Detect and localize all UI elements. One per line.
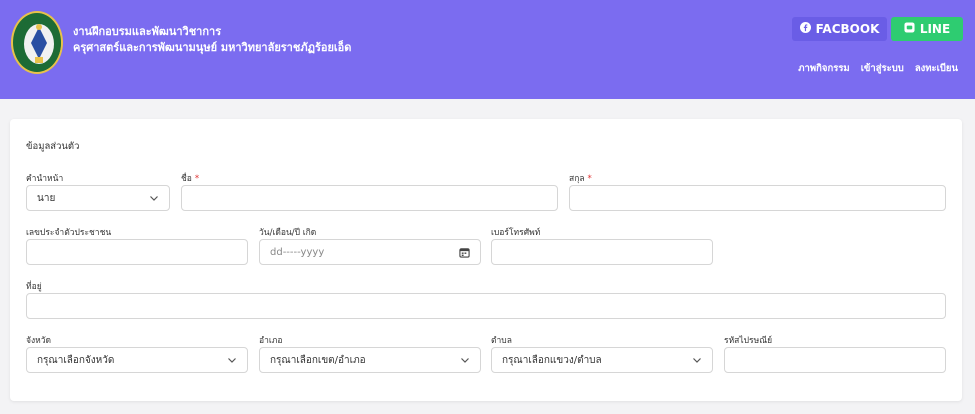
organization-title-line1: งานฝึกอบรมและพัฒนาวิชาการ [73, 25, 222, 38]
birthdate-input[interactable]: dd-----yyyy [259, 239, 481, 265]
birthdate-label: วัน/เดือน/ปี เกิด [259, 228, 317, 238]
university-logo [11, 11, 63, 74]
postcode-label: รหัสไปรษณีย์ [724, 336, 773, 346]
nav-login[interactable]: เข้าสู่ระบบ [861, 61, 904, 76]
chevron-down-icon [228, 358, 236, 363]
organization-title-line2: ครุศาสตร์และการพัฒนามนุษย์ มหาวิทยาลัยรา… [73, 41, 352, 54]
chevron-down-icon [461, 358, 469, 363]
section-title: ข้อมูลส่วนตัว [26, 141, 80, 152]
birthdate-placeholder: dd-----yyyy [270, 246, 325, 258]
required-mark: * [194, 174, 200, 184]
province-value: กรุณาเลือกจังหวัด [37, 354, 115, 366]
district-label: อำเภอ [259, 336, 283, 346]
address-label: ที่อยู่ [26, 282, 42, 292]
facebook-button[interactable]: FACBOOK [792, 17, 887, 41]
chevron-down-icon [693, 358, 701, 363]
subdistrict-select[interactable]: กรุณาเลือกแขวง/ตำบล [491, 347, 713, 373]
line-icon [904, 22, 915, 36]
calendar-icon[interactable] [459, 247, 470, 258]
facebook-label: FACBOOK [815, 22, 880, 36]
postcode-input[interactable] [724, 347, 946, 373]
line-button[interactable]: LINE [891, 17, 963, 41]
address-input[interactable] [26, 293, 946, 319]
subdistrict-value: กรุณาเลือกแขวง/ตำบล [502, 354, 602, 366]
province-label: จังหวัด [26, 336, 52, 346]
firstname-input[interactable] [181, 185, 558, 211]
district-select[interactable]: กรุณาเลือกเขต/อำเภอ [259, 347, 481, 373]
line-label: LINE [919, 22, 951, 36]
district-value: กรุณาเลือกเขต/อำเภอ [270, 354, 366, 366]
chevron-down-icon [150, 196, 158, 201]
organization-title: งานฝึกอบรมและพัฒนาวิชาการ ครุศาสตร์และกา… [73, 24, 351, 56]
top-nav: ภาพกิจกรรม เข้าสู่ระบบ ลงทะเบียน [798, 61, 958, 76]
required-mark: * [587, 174, 592, 184]
nav-activity-photos[interactable]: ภาพกิจกรรม [798, 61, 849, 76]
province-select[interactable]: กรุณาเลือกจังหวัด [26, 347, 248, 373]
prefix-label: คำนำหน้า [26, 174, 64, 184]
subdistrict-label: ตำบล [491, 336, 512, 346]
phone-label: เบอร์โทรศัพท์ [491, 228, 541, 238]
lastname-label: สกุล * [569, 174, 592, 184]
phone-input[interactable] [491, 239, 713, 265]
nav-register[interactable]: ลงทะเบียน [915, 61, 958, 76]
header-bar: งานฝึกอบรมและพัฒนาวิชาการ ครุศาสตร์และกา… [0, 0, 975, 99]
firstname-label: ชื่อ * [181, 174, 200, 184]
prefix-select[interactable]: นาย [26, 185, 170, 211]
prefix-value: นาย [37, 192, 56, 204]
facebook-icon [799, 22, 811, 36]
id-card-input[interactable] [26, 239, 248, 265]
lastname-input[interactable] [569, 185, 946, 211]
id-card-label: เลขประจำตัวประชาชน [26, 228, 112, 238]
